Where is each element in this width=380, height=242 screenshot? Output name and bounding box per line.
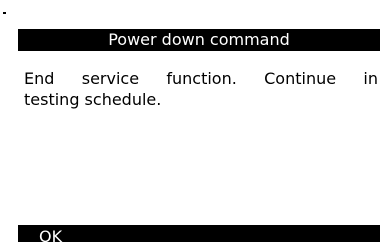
ok-button[interactable]: OK bbox=[18, 225, 380, 242]
message-line-2: testing schedule. bbox=[24, 90, 162, 109]
dialog-title-bar: Power down command bbox=[18, 29, 380, 51]
corner-marker bbox=[3, 12, 6, 14]
dialog-message: End service function. Continue in testin… bbox=[24, 68, 378, 110]
ok-button-label: OK bbox=[39, 227, 63, 242]
message-line-1: End service function. Continue in bbox=[24, 69, 378, 88]
dialog-title: Power down command bbox=[108, 30, 290, 49]
